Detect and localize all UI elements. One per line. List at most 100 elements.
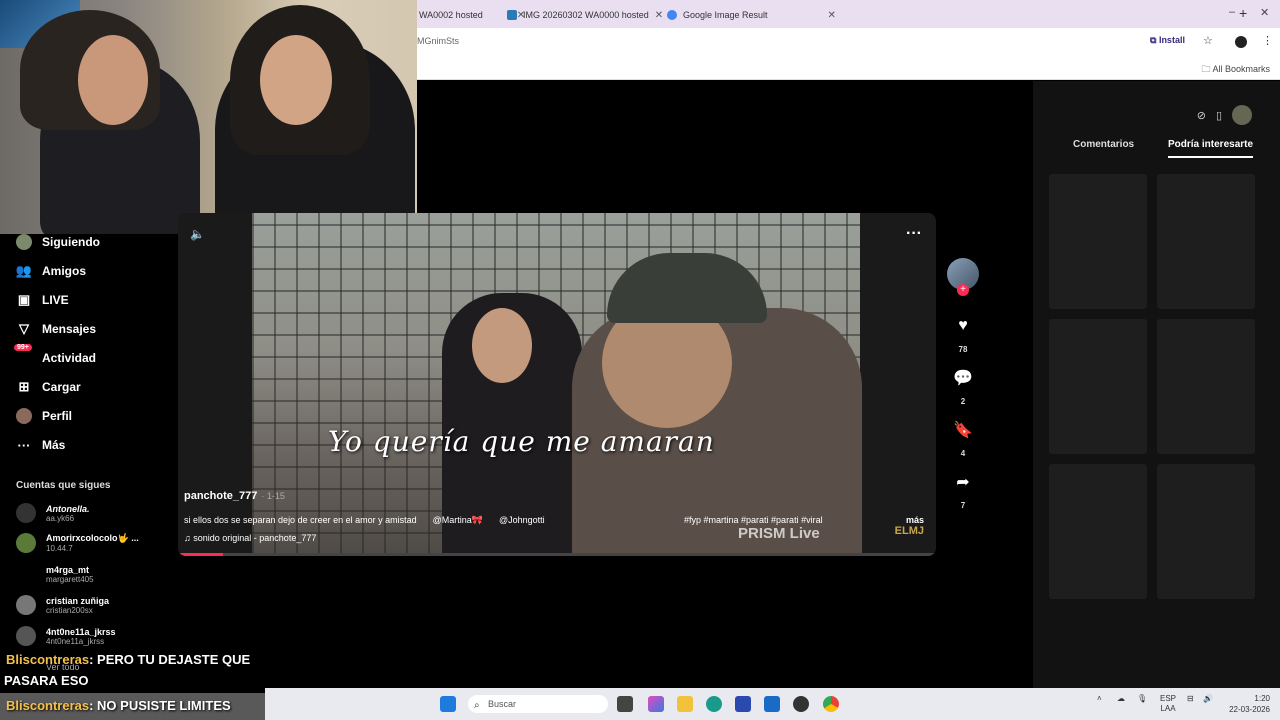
suggestion-card[interactable] [1157, 174, 1255, 309]
sidebar-item-following[interactable]: Siguiendo [16, 234, 100, 250]
chrome-icon[interactable] [823, 696, 839, 712]
network-icon[interactable]: ⊟ [1187, 694, 1194, 703]
more-options-icon[interactable]: ··· [906, 225, 922, 243]
suggestion-card[interactable] [1049, 464, 1147, 599]
account-name: Antonella. [46, 503, 90, 514]
url-text[interactable]: MGnimSts [417, 36, 459, 46]
all-bookmarks-button[interactable]: 🗀 All Bookmarks [1201, 62, 1270, 78]
taskview-icon[interactable] [617, 696, 633, 712]
sidebar-item-label: Perfil [42, 409, 73, 423]
heart-icon[interactable]: ♥ [949, 312, 977, 340]
sidebar-item-activity[interactable]: 99+ Actividad [14, 344, 96, 366]
avatar [16, 503, 36, 523]
following-account[interactable]: Antonella. aa.yk66 [16, 503, 90, 523]
video-progress-bar[interactable] [178, 553, 936, 556]
sidebar-item-messages[interactable]: ▽ Mensajes [16, 321, 96, 337]
avatar [16, 533, 36, 553]
avatar [16, 564, 36, 584]
chat-message: Bliscontreras: NO PUSISTE LIMITES [6, 698, 231, 713]
suggestion-card[interactable] [1049, 319, 1147, 454]
following-account[interactable]: 4nt0ne11a_jkrss 4nt0ne11a_jkrss [16, 626, 116, 646]
mention-link[interactable]: @Johngotti [499, 515, 545, 526]
comment-count: 2 [960, 397, 966, 406]
google-favicon-icon [667, 10, 677, 20]
video-face-left [472, 308, 532, 383]
outlook-icon[interactable] [764, 696, 780, 712]
image-favicon-icon [507, 10, 517, 20]
minimize-button[interactable]: – [1229, 6, 1235, 18]
tab-title: Google Image Result [683, 10, 768, 20]
following-avatar-icon [16, 234, 32, 250]
menu-kebab-icon[interactable]: ⋮ [1262, 34, 1273, 47]
windows-taskbar: ⌕ Buscar ˄ ☁ 🎙 ESP LAA ⊟ 🔊 1:20 22-03-20… [265, 688, 1280, 720]
sidebar-item-more[interactable]: ··· Más [16, 437, 66, 453]
avatar[interactable] [1232, 105, 1252, 125]
bookmark-star-icon[interactable]: ☆ [1203, 34, 1213, 47]
video-overlay-text: Yo quería que me amaran [328, 425, 715, 458]
following-account[interactable]: Amorirxcolocolo🤟 ... 10.44.7 [16, 533, 139, 553]
copilot-icon[interactable] [648, 696, 664, 712]
share-count: 7 [960, 501, 966, 510]
messages-icon: ▽ [19, 321, 29, 336]
like-count: 78 [958, 345, 968, 354]
tab-title: IMG 20260302 WA0000 hosted [523, 10, 649, 20]
tab-suggestions[interactable]: Podría interesarte [1168, 139, 1254, 158]
avatar [16, 626, 36, 646]
window-close-button[interactable]: ✕ [1260, 6, 1269, 19]
sidebar-item-profile[interactable]: Perfil [16, 408, 72, 424]
device-icon[interactable]: ▯ [1216, 109, 1222, 122]
video-frame-image [252, 213, 862, 556]
volume-icon[interactable]: 🔊 [1203, 694, 1213, 703]
install-button[interactable]: ⧉ Install [1150, 35, 1185, 46]
account-handle: aa.yk66 [46, 513, 75, 523]
sound-link[interactable]: ♫ sonido original - panchote_777 [184, 533, 316, 543]
taskbar-search[interactable]: ⌕ Buscar [468, 695, 608, 713]
clock-time: 1:20 [1254, 694, 1270, 703]
compass-icon[interactable]: ⊘ [1197, 109, 1206, 122]
video-player[interactable]: Yo quería que me amaran 🔈 ··· panchote_7… [178, 213, 936, 556]
following-account[interactable]: cristian zuñiga cristian200sx [16, 595, 109, 615]
chat-message-continued: PASARA ESO [4, 673, 89, 688]
sidebar-item-live[interactable]: ▣ LIVE [16, 292, 69, 308]
account-handle: cristian200sx [46, 605, 93, 615]
edge-icon[interactable] [706, 696, 722, 712]
cloud-icon[interactable]: ☁ [1117, 694, 1125, 703]
video-author[interactable]: panchote_777 · 1-15 [184, 490, 285, 502]
prism-watermark: PRISM Live [738, 525, 820, 542]
share-icon[interactable]: ➦ [949, 468, 977, 496]
system-clock[interactable]: 1:20 22-03-2026 [1229, 693, 1270, 715]
following-account[interactable]: m4rga_mt margarett405 [16, 564, 94, 584]
suggestion-card[interactable] [1157, 319, 1255, 454]
tray-chevron-icon[interactable]: ˄ [1097, 694, 1102, 703]
suggestion-card[interactable] [1049, 174, 1147, 309]
windows-start-icon[interactable] [440, 696, 456, 712]
all-bookmarks-label: All Bookmarks [1212, 64, 1270, 74]
browser-tab[interactable]: IMG 20260302 WA0000 hosted ✕ [507, 4, 663, 26]
more-link[interactable]: más [906, 515, 924, 525]
channel-logo: ELMJ [894, 525, 924, 537]
hashtags[interactable]: #fyp #martina #parati #parati #viral [684, 515, 823, 525]
follow-plus-icon[interactable]: + [957, 284, 969, 296]
close-icon[interactable]: ✕ [655, 10, 663, 21]
close-icon[interactable]: ✕ [828, 10, 836, 21]
browser-tab[interactable]: Google Image Result ✕ [667, 4, 836, 26]
new-tab-button[interactable]: + [1239, 5, 1247, 21]
sidebar-item-friends[interactable]: 👥 Amigos [16, 263, 86, 279]
volume-icon[interactable]: 🔈 [190, 227, 205, 241]
activity-icon: 99+ [14, 344, 32, 366]
obs-icon[interactable] [793, 696, 809, 712]
account-name: cristian zuñiga [46, 595, 110, 606]
comment-icon[interactable]: 💬 [949, 364, 977, 392]
account-name: 4nt0ne11a_jkrss [46, 626, 116, 637]
file-explorer-icon[interactable] [677, 696, 693, 712]
suggestion-card[interactable] [1157, 464, 1255, 599]
store-icon[interactable] [735, 696, 751, 712]
chat-message: Bliscontreras: PERO TU DEJASTE QUE [6, 652, 250, 667]
bookmark-icon[interactable]: 🔖 [949, 416, 977, 444]
mic-icon[interactable]: 🎙 [1137, 694, 1147, 703]
sidebar-item-upload[interactable]: ⊞ Cargar [16, 379, 81, 395]
mention-link[interactable]: @Martina🎀 [433, 515, 483, 526]
profile-avatar[interactable] [1235, 36, 1247, 48]
tab-comments[interactable]: Comentarios [1073, 139, 1134, 150]
language-indicator[interactable]: ESP LAA [1160, 694, 1176, 714]
